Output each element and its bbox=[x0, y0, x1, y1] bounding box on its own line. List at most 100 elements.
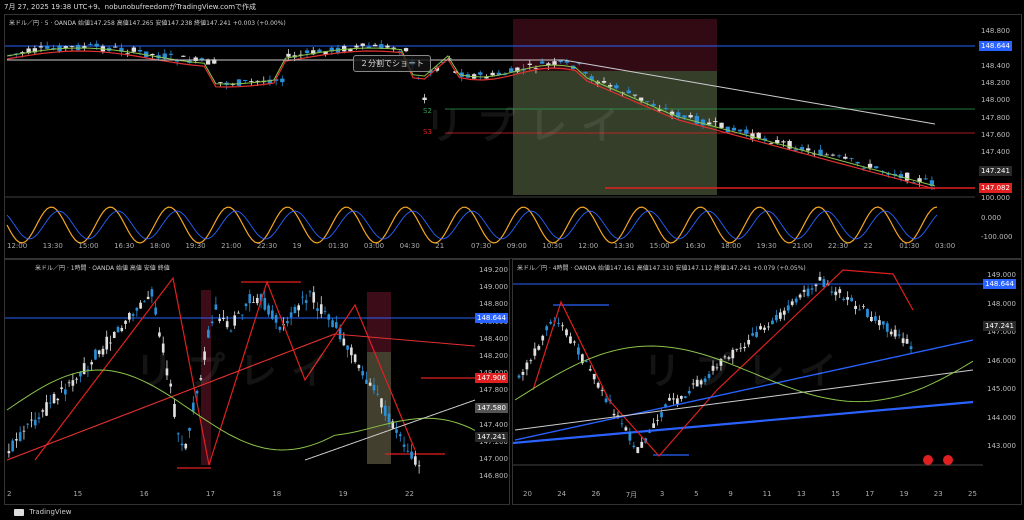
h1-candle bbox=[41, 410, 45, 412]
h1-chart-pane[interactable]: 米ドル／円 · 1時間 · OANDA 始値 高値 安値 終値 リプレイ 149… bbox=[4, 259, 510, 505]
h1-candle bbox=[417, 465, 421, 467]
calendar-event-icon bbox=[943, 455, 953, 465]
main-time-label: 22:30 bbox=[827, 242, 849, 250]
h4-candle bbox=[763, 327, 766, 330]
h1-time-label: 15 bbox=[73, 490, 83, 498]
h4-candle bbox=[612, 413, 616, 416]
h1-candle bbox=[67, 382, 71, 384]
h4-candle bbox=[628, 432, 632, 441]
h1-candle bbox=[71, 380, 75, 386]
oscillator-blue-line bbox=[6, 210, 938, 240]
footer-brand: TradingView bbox=[29, 508, 72, 516]
h1-candle bbox=[406, 450, 410, 452]
h4-candle bbox=[604, 398, 608, 403]
main-time-label: 18:00 bbox=[720, 242, 742, 250]
h1-candle bbox=[135, 307, 139, 311]
h4-candle bbox=[771, 320, 774, 325]
h1-candle bbox=[97, 350, 101, 355]
osc-price-tick: 100.000 bbox=[981, 194, 1010, 202]
h4-price-tick: 146.000 bbox=[987, 356, 1016, 365]
h1-candle bbox=[398, 434, 402, 437]
h4-candle bbox=[830, 291, 834, 293]
main-time-label: 16:30 bbox=[114, 242, 135, 250]
h1-candle bbox=[207, 329, 210, 338]
main-candle bbox=[843, 156, 848, 159]
main-price-tick: 147.600 bbox=[981, 131, 1010, 139]
h1-candle bbox=[372, 384, 376, 391]
h4-candle bbox=[636, 447, 640, 454]
main-time-label: 07:30 bbox=[471, 242, 492, 250]
h1-candle bbox=[255, 297, 259, 304]
main-candle bbox=[366, 46, 372, 48]
h1-candle bbox=[154, 307, 157, 315]
h1-candle bbox=[297, 305, 300, 311]
main-time-label: 09:00 bbox=[506, 242, 527, 250]
h4-candle bbox=[778, 312, 782, 319]
main-price-tag: 148.644 bbox=[979, 41, 1012, 51]
h1-candle bbox=[319, 304, 323, 314]
h1-price-tag: 147.241 bbox=[475, 432, 508, 442]
h1-candle bbox=[79, 372, 82, 377]
h1-candle bbox=[286, 321, 289, 324]
h4-time-label: 17 bbox=[865, 490, 875, 498]
h1-candle bbox=[18, 432, 22, 442]
main-candle bbox=[403, 48, 409, 52]
main-candle bbox=[360, 43, 365, 46]
h1-candle bbox=[229, 330, 233, 332]
h1-candle bbox=[244, 303, 248, 307]
main-price-tick: 147.400 bbox=[981, 148, 1010, 157]
main-candle bbox=[181, 55, 186, 57]
h1-candle bbox=[353, 354, 357, 362]
h1-candle bbox=[380, 398, 383, 408]
h1-candle bbox=[248, 294, 252, 304]
h4-time-label: 5 bbox=[694, 490, 699, 498]
h1-time-label: 22 bbox=[405, 490, 414, 498]
main-price-tag: 147.082 bbox=[979, 183, 1012, 193]
h1-price-tick: 149.000 bbox=[479, 283, 508, 292]
h4-candle bbox=[767, 326, 770, 328]
h1-candle bbox=[335, 322, 338, 328]
h4-time-label: 7月 bbox=[625, 491, 638, 499]
main-candle bbox=[824, 154, 829, 156]
short-note-label[interactable]: ２分割でショート bbox=[353, 55, 431, 72]
h4-time-label: 3 bbox=[659, 490, 665, 498]
main-candle bbox=[218, 82, 223, 83]
main-time-label: 15:00 bbox=[78, 242, 99, 250]
main-candle bbox=[94, 43, 99, 47]
main-time-label: 10:30 bbox=[542, 242, 563, 250]
h4-candle bbox=[814, 284, 818, 287]
osc-price-tick: -100.000 bbox=[981, 233, 1013, 241]
main-candle bbox=[490, 72, 495, 76]
main-candle bbox=[63, 46, 68, 48]
h4-candle bbox=[842, 298, 846, 300]
h1-candle bbox=[180, 443, 184, 446]
main-candle bbox=[614, 85, 619, 89]
main-time-label: 12:00 bbox=[578, 242, 599, 250]
main-candle bbox=[663, 108, 669, 109]
h4-chart-pane[interactable]: 米ドル／円 · 4時間 · OANDA 始値147.161 高値147.310 … bbox=[512, 259, 1022, 505]
main-chart-pane[interactable]: 米ドル／円 · 5 · OANDA 始値147.258 高値147.265 安値… bbox=[4, 14, 1022, 259]
h1-price-tick: 148.800 bbox=[479, 300, 508, 309]
h4-candle bbox=[822, 279, 826, 287]
h1-price-tick: 148.200 bbox=[479, 351, 508, 360]
h1-candle bbox=[188, 427, 191, 431]
main-candle bbox=[286, 53, 291, 57]
main-candle bbox=[744, 129, 749, 134]
h4-candle bbox=[818, 276, 822, 281]
h4-candle bbox=[588, 369, 592, 371]
h4-candle bbox=[652, 423, 656, 428]
main-time-label: 16:30 bbox=[685, 242, 706, 250]
h4-time-label: 20 bbox=[523, 490, 532, 498]
h4-candle bbox=[858, 309, 861, 311]
h4-candle bbox=[850, 297, 854, 302]
h1-candle bbox=[26, 423, 30, 425]
h4-price-tag: 148.644 bbox=[983, 279, 1016, 289]
h1-candle bbox=[312, 292, 316, 303]
h4-time-label: 23 bbox=[933, 490, 943, 498]
h1-candle bbox=[289, 312, 293, 318]
h1-candle bbox=[131, 314, 135, 316]
h1-candle bbox=[304, 300, 308, 303]
h1-price-tick: 147.000 bbox=[479, 454, 508, 463]
h4-candle bbox=[881, 321, 885, 325]
main-candle bbox=[236, 79, 242, 86]
